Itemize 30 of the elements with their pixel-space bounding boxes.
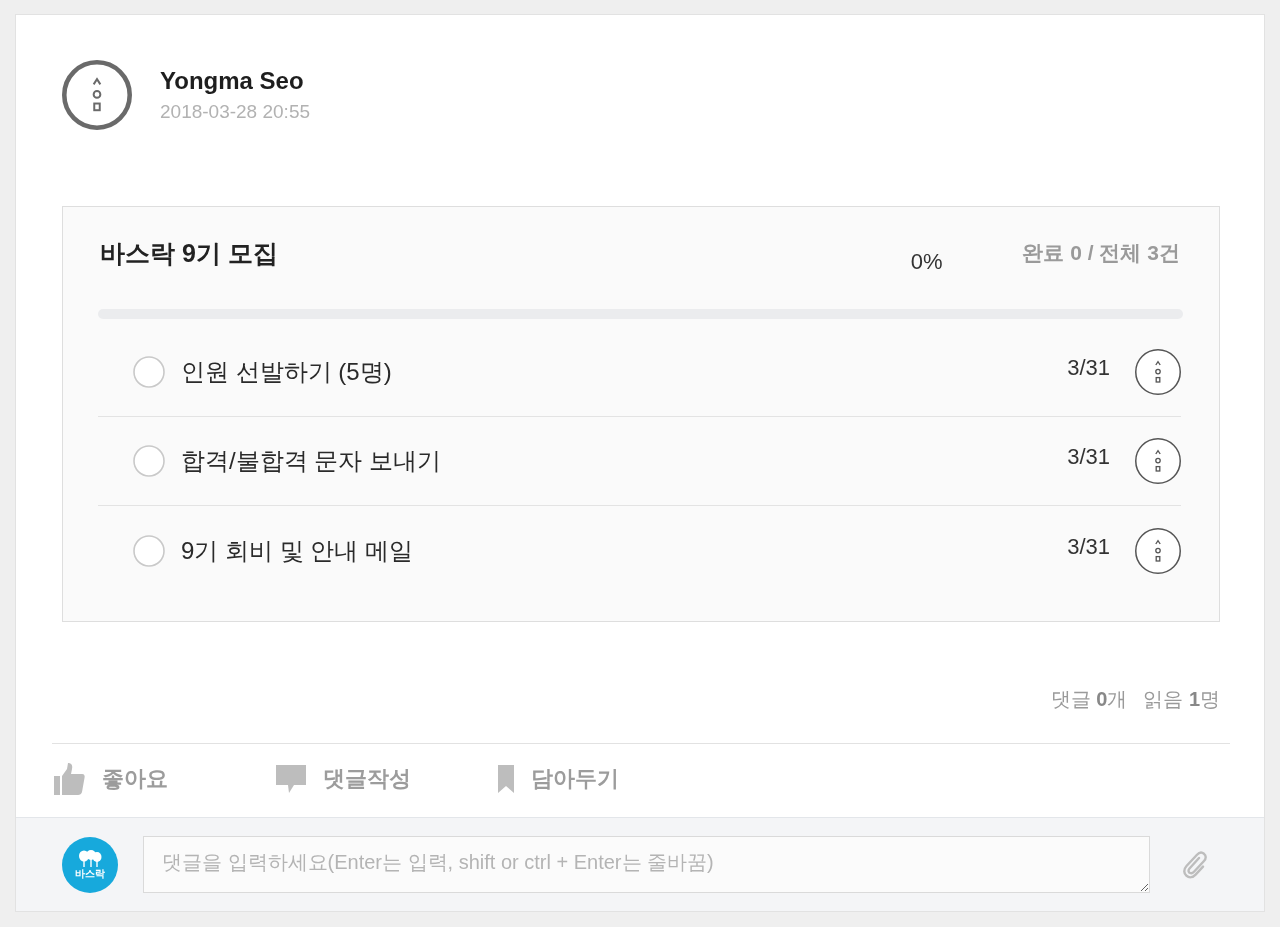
assignee-avatar-icon [1135, 349, 1181, 395]
comment-input[interactable]: 댓글을 입력하세요(Enter는 입력, shift or ctrl + Enter는 줄바꿈) [143, 836, 1150, 893]
logo-text: 바스락 [75, 868, 105, 879]
thumbs-up-icon [54, 763, 85, 795]
task-label: 합격/불합격 문자 보내기 [181, 446, 442, 476]
avatar-icon [62, 60, 132, 130]
bookmark-button[interactable]: 담아두기 [498, 764, 619, 794]
assignee-avatar-icon [1135, 438, 1181, 484]
like-button[interactable]: 좋아요 [54, 763, 168, 795]
stat-text: 읽음 1명 [1143, 687, 1220, 712]
due-date: 3/31 [1067, 533, 1110, 560]
assignee-avatar-icon [1135, 527, 1181, 574]
stat-text: 댓글 0개 [1050, 687, 1128, 712]
bookmark-icon [498, 765, 514, 793]
author-name: Yongma Seo [160, 67, 305, 95]
task-label: 9기 회비 및 안내 메일 [181, 535, 415, 566]
completion-summary: 완료 0 / 전체 3건 [1022, 240, 1180, 266]
post-timestamp: 2018-03-28 20:55 [160, 101, 310, 123]
paperclip-icon[interactable] [1182, 850, 1208, 879]
progress-percent: 0% [910, 248, 943, 275]
trees-icon [78, 850, 102, 867]
due-date: 3/31 [1067, 444, 1110, 470]
checklist-title: 바스락 9기 모집 [100, 238, 279, 269]
checkbox[interactable] [133, 356, 165, 388]
comment-button[interactable]: 댓글작성 [276, 764, 411, 794]
checkbox[interactable] [133, 445, 165, 477]
checkbox[interactable] [133, 534, 165, 567]
task-label: 인원 선발하기 (5명) [181, 357, 393, 387]
speech-bubble-icon [276, 765, 306, 793]
due-date: 3/31 [1067, 355, 1110, 381]
